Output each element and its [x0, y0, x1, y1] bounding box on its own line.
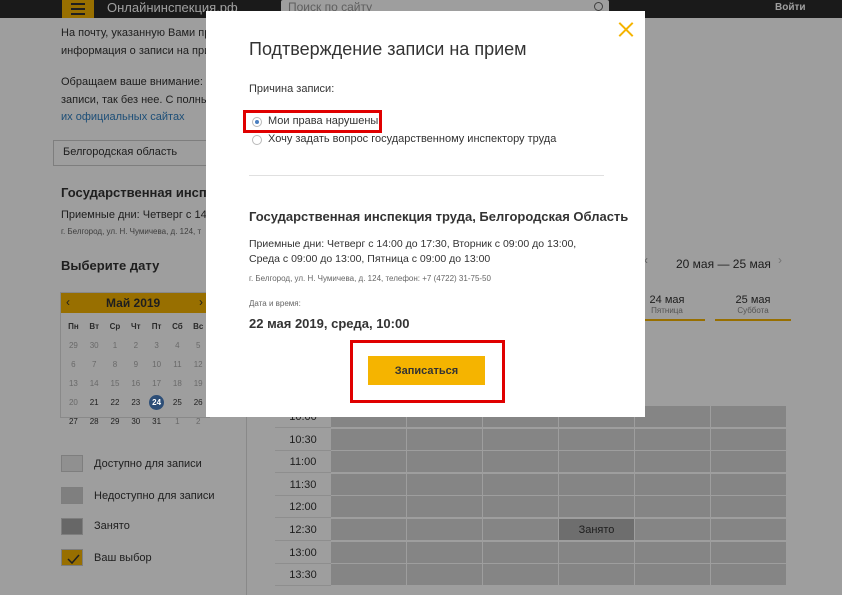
highlight-box: [243, 110, 382, 133]
submit-booking-button[interactable]: Записаться: [368, 356, 485, 385]
modal-title: Подтверждение записи на прием: [249, 39, 527, 59]
close-icon[interactable]: [618, 21, 634, 37]
reception-days: Приемные дни: Четверг с 14:00 до 17:30, …: [249, 238, 577, 265]
org-address: г. Белгород, ул. Н. Чумичева, д. 124, те…: [249, 274, 491, 283]
appointment-datetime: 22 мая 2019, среда, 10:00: [249, 316, 410, 331]
reason-radio-question[interactable]: [252, 135, 262, 145]
booking-confirm-modal: Подтверждение записи на прием Причина за…: [206, 11, 645, 417]
org-name: Государственная инспекция труда, Белгоро…: [249, 209, 629, 224]
reason-label: Причина записи:: [249, 83, 335, 95]
datetime-label: Дата и время:: [249, 299, 301, 308]
reason-option-question[interactable]: Хочу задать вопрос государственному инсп…: [268, 133, 556, 145]
divider: [249, 175, 604, 176]
